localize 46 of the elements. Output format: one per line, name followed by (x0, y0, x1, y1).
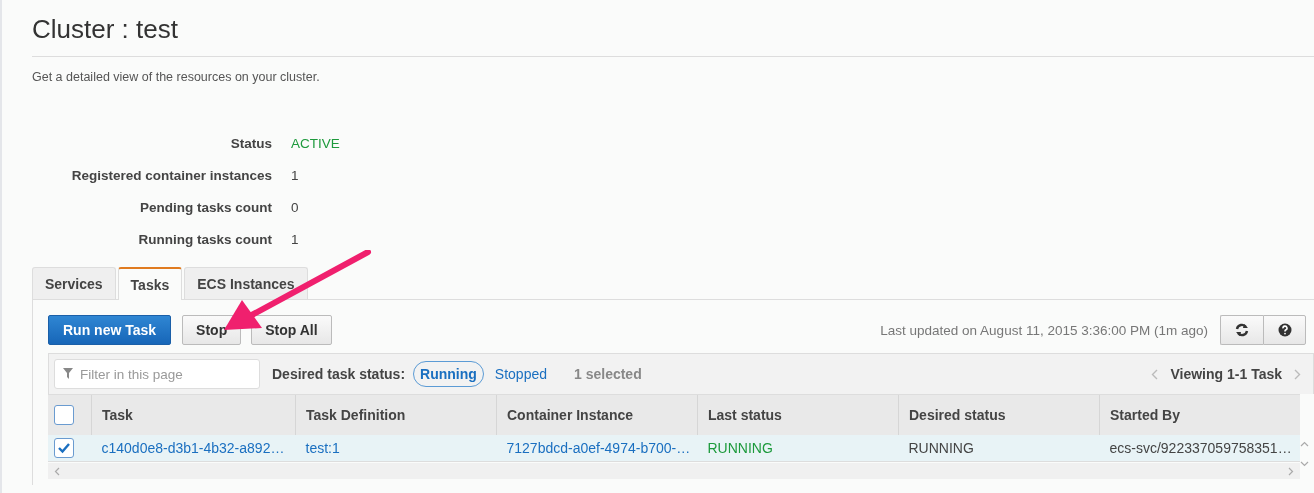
toolbar-button[interactable]: Run new Task (48, 315, 172, 345)
tab[interactable]: Tasks (117, 267, 183, 300)
page-description: Get a detailed view of the resources on your cluster. (32, 70, 321, 84)
column-header[interactable]: Desired status (898, 394, 1100, 435)
page-title: Cluster : test (32, 13, 179, 46)
horizontal-scrollbar[interactable] (48, 463, 1300, 479)
refresh-button[interactable] (1220, 315, 1263, 345)
status-filter-label: Desired task status: (272, 366, 406, 382)
tab[interactable]: ECS Instances (184, 267, 308, 299)
summary-label: Status (229, 135, 272, 153)
summary-label: Registered container instances (70, 167, 272, 185)
column-header[interactable]: Task (91, 394, 296, 435)
select-all-checkbox[interactable] (54, 405, 74, 425)
table-link[interactable]: test:1 (305, 440, 340, 456)
checkmark-icon (57, 442, 71, 454)
pagination-text: Viewing 1-1 Task (1170, 366, 1282, 382)
toolbar-button[interactable]: Stop All (251, 315, 332, 345)
column-header[interactable]: Last status (697, 394, 899, 435)
chevron-right-icon (1294, 368, 1301, 380)
summary-label: Pending tasks count (138, 199, 272, 217)
chevron-left-icon (1151, 368, 1159, 380)
chevron-up-icon (1300, 441, 1309, 447)
summary-value: ACTIVE (291, 135, 341, 153)
selection-count: 1 selected (574, 366, 642, 382)
chevron-left-icon (54, 466, 60, 476)
row-checkbox[interactable] (54, 438, 74, 458)
column-header[interactable]: Started By (1099, 394, 1300, 435)
refresh-icon (1235, 323, 1249, 337)
status-option[interactable]: Stopped (487, 361, 554, 387)
chevron-right-icon (1288, 466, 1294, 476)
filter-field[interactable]: Filter in this page (54, 359, 260, 389)
last-updated-text: Last updated on August 11, 2015 3:36:00 PM (1m ago) (880, 322, 1208, 338)
filter-icon (63, 368, 73, 379)
column-header[interactable]: Task Definition (295, 394, 497, 435)
table-cell: ecs-svc/922337059758351… (1109, 440, 1292, 456)
help-icon (1277, 323, 1292, 337)
table-cell: RUNNING (908, 440, 974, 456)
summary-label: Running tasks count (137, 231, 272, 249)
summary-value: 0 (291, 199, 300, 217)
help-button[interactable] (1263, 315, 1306, 345)
tab[interactable]: Services (32, 267, 116, 299)
table-cell: RUNNING (707, 440, 773, 456)
column-header[interactable]: Container Instance (496, 394, 698, 435)
summary-value: 1 (291, 231, 300, 249)
chevron-down-icon (1300, 461, 1309, 467)
summary-value: 1 (291, 167, 300, 185)
